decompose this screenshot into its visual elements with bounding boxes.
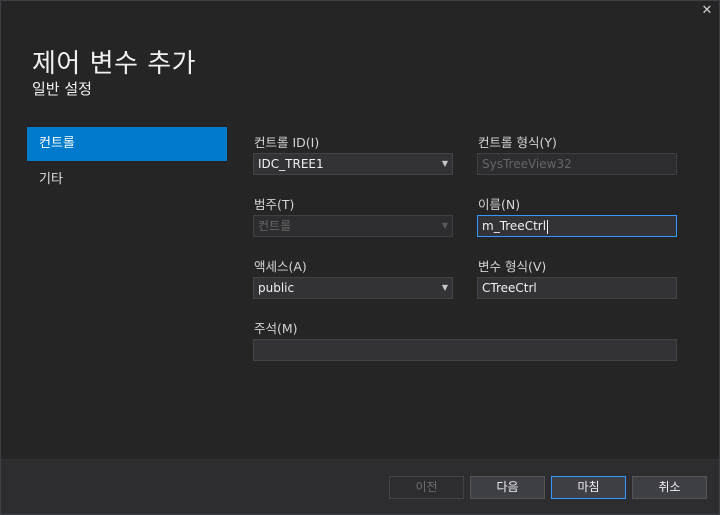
next-button[interactable]: 다음 — [470, 476, 545, 499]
close-icon[interactable]: ✕ — [700, 3, 714, 19]
category-value: 컨트롤 — [258, 219, 292, 233]
text-caret — [547, 219, 549, 234]
dialog-subtitle: 일반 설정 — [32, 80, 92, 98]
access-label: 액세스(A) — [254, 259, 307, 274]
sidebar-item-other[interactable]: 기타 — [27, 163, 227, 197]
category-dropdown: 컨트롤 ▼ — [253, 215, 453, 237]
comment-input[interactable] — [253, 339, 677, 361]
control-type-field: SysTreeView32 — [477, 153, 677, 175]
name-value: m_TreeCtrl — [482, 219, 547, 233]
control-type-value: SysTreeView32 — [482, 157, 572, 171]
prev-button[interactable]: 이전 — [389, 476, 464, 499]
chevron-down-icon: ▼ — [441, 283, 448, 292]
name-input[interactable]: m_TreeCtrl — [477, 215, 677, 237]
comment-label: 주석(M) — [254, 321, 298, 336]
variable-type-label: 변수 형식(V) — [478, 259, 547, 274]
category-label: 범주(T) — [254, 197, 295, 212]
chevron-down-icon: ▼ — [441, 159, 448, 168]
variable-type-value: CTreeCtrl — [482, 281, 537, 295]
sidebar-item-control[interactable]: 컨트롤 — [27, 127, 227, 161]
sidebar: 컨트롤 기타 — [27, 127, 227, 199]
control-type-label: 컨트롤 형식(Y) — [478, 135, 557, 150]
access-dropdown[interactable]: public ▼ — [253, 277, 453, 299]
control-id-dropdown[interactable]: IDC_TREE1 ▼ — [253, 153, 453, 175]
chevron-down-icon: ▼ — [441, 221, 448, 230]
control-id-value: IDC_TREE1 — [258, 157, 324, 171]
dialog-title: 제어 변수 추가 — [32, 49, 197, 79]
control-id-label: 컨트롤 ID(I) — [254, 135, 320, 150]
cancel-button[interactable]: 취소 — [632, 476, 707, 499]
finish-button[interactable]: 마침 — [551, 476, 626, 499]
access-value: public — [258, 281, 295, 295]
name-label: 이름(N) — [478, 197, 521, 212]
variable-type-input[interactable]: CTreeCtrl — [477, 277, 677, 299]
